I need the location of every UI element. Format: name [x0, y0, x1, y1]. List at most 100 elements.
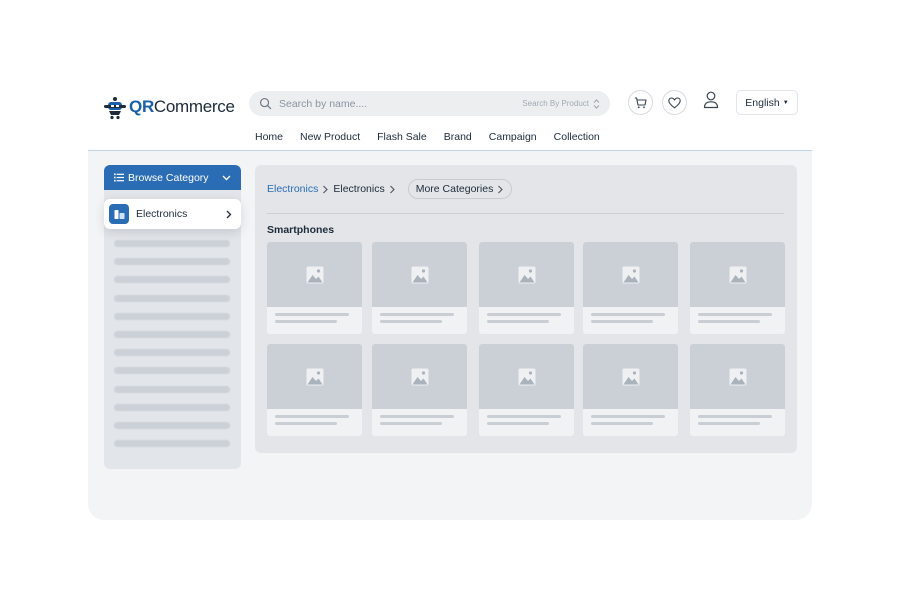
image-placeholder-icon — [411, 368, 428, 385]
sidebar-placeholder-row — [114, 349, 230, 357]
nav-item-flash-sale[interactable]: Flash Sale — [377, 131, 427, 143]
chevron-right-icon — [226, 210, 232, 218]
search-input[interactable]: Search by name.... — [279, 98, 522, 110]
product-card-placeholder[interactable] — [690, 344, 785, 436]
product-image-placeholder — [583, 242, 678, 307]
sidebar-placeholder-row — [114, 403, 230, 411]
product-card-placeholder[interactable] — [690, 242, 785, 334]
nav-item-brand[interactable]: Brand — [444, 131, 472, 143]
product-image-placeholder — [267, 344, 362, 409]
chevron-right-icon — [389, 185, 395, 193]
sidebar-placeholder-row — [114, 422, 230, 429]
product-title-placeholder — [591, 313, 665, 316]
logo-text: QRCommerce — [129, 97, 235, 116]
cart-icon — [634, 96, 647, 108]
sidebar-placeholder-row — [114, 276, 230, 284]
robot-logo-icon — [104, 97, 126, 120]
image-placeholder-icon — [622, 368, 639, 385]
sidebar-placeholder-row — [114, 294, 230, 302]
sidebar-placeholder-row — [114, 385, 230, 393]
product-title-placeholder — [380, 415, 454, 418]
product-image-placeholder — [372, 242, 467, 307]
sidebar-item-label: Electronics — [136, 208, 188, 220]
product-title-placeholder — [591, 415, 665, 418]
product-price-placeholder — [380, 320, 442, 323]
product-title-placeholder — [487, 313, 561, 316]
sidebar-placeholder-row — [114, 440, 230, 448]
nav-item-new-product[interactable]: New Product — [300, 131, 360, 143]
sidebar-placeholder-row — [114, 331, 230, 338]
product-card-placeholder[interactable] — [479, 242, 574, 334]
product-title-placeholder — [275, 415, 349, 418]
language-select[interactable]: English ▼ — [736, 90, 798, 115]
image-placeholder-icon — [306, 266, 323, 283]
product-image-placeholder — [583, 344, 678, 409]
image-placeholder-icon — [729, 368, 746, 385]
image-placeholder-icon — [411, 266, 428, 283]
updown-arrows-icon[interactable] — [593, 98, 600, 110]
browse-category-label: Browse Category — [128, 171, 209, 184]
cart-button[interactable] — [628, 90, 653, 115]
category-content: Electronics Electronics More Categories … — [255, 165, 797, 453]
product-image-placeholder — [690, 242, 785, 307]
product-image-placeholder — [690, 344, 785, 409]
product-image-placeholder — [479, 344, 574, 409]
product-price-placeholder — [591, 422, 653, 425]
store-logo[interactable]: QRCommerce — [103, 94, 235, 120]
chevron-right-icon — [498, 185, 504, 193]
nav-item-campaign[interactable]: Campaign — [489, 131, 537, 143]
list-icon — [114, 173, 124, 182]
product-price-placeholder — [591, 320, 653, 323]
image-placeholder-icon — [306, 368, 323, 385]
product-image-placeholder — [372, 344, 467, 409]
browse-category-button[interactable]: Browse Category — [104, 165, 241, 190]
more-categories-button[interactable]: More Categories — [407, 179, 513, 199]
nav-item-home[interactable]: Home — [255, 131, 283, 143]
main-nav: Home New Product Flash Sale Brand Campai… — [255, 131, 600, 143]
image-placeholder-icon — [622, 266, 639, 283]
product-title-placeholder — [698, 313, 772, 316]
product-price-placeholder — [698, 320, 760, 323]
sidebar-item-electronics[interactable]: Electronics — [104, 199, 241, 229]
search-scope-select[interactable]: Search By Product — [522, 99, 589, 108]
section-title: Smartphones — [267, 224, 335, 236]
product-card-placeholder[interactable] — [479, 344, 574, 436]
image-placeholder-icon — [729, 266, 746, 283]
user-icon[interactable] — [703, 91, 719, 109]
product-price-placeholder — [487, 422, 549, 425]
product-price-placeholder — [487, 320, 549, 323]
product-card-placeholder[interactable] — [267, 344, 362, 436]
product-card-placeholder[interactable] — [372, 344, 467, 436]
chevron-right-icon — [323, 185, 329, 193]
breadcrumb-link-electronics[interactable]: Electronics — [267, 183, 318, 195]
electronics-category-icon — [109, 204, 129, 224]
caret-down-icon: ▼ — [782, 99, 789, 106]
sidebar-placeholder-row — [114, 312, 230, 320]
product-image-placeholder — [267, 242, 362, 307]
sidebar-placeholder-row — [114, 240, 230, 247]
product-image-placeholder — [479, 242, 574, 307]
product-card-placeholder[interactable] — [372, 242, 467, 334]
image-placeholder-icon — [518, 368, 535, 385]
search-icon — [259, 97, 272, 110]
product-card-placeholder[interactable] — [267, 242, 362, 334]
product-price-placeholder — [275, 422, 337, 425]
sidebar-placeholder-row — [114, 367, 230, 375]
breadcrumb-current: Electronics — [333, 183, 385, 195]
nav-item-collection[interactable]: Collection — [554, 131, 600, 143]
product-title-placeholder — [380, 313, 454, 316]
image-placeholder-icon — [518, 266, 535, 283]
product-price-placeholder — [275, 320, 337, 323]
sidebar-placeholder-row — [114, 258, 230, 266]
product-title-placeholder — [698, 415, 772, 418]
search-bar[interactable]: Search by name.... Search By Product — [249, 91, 610, 116]
product-card-placeholder[interactable] — [583, 242, 678, 334]
category-sidebar: Browse Category Electronics — [104, 165, 241, 469]
product-card-placeholder[interactable] — [583, 344, 678, 436]
product-price-placeholder — [380, 422, 442, 425]
product-price-placeholder — [698, 422, 760, 425]
product-title-placeholder — [275, 313, 349, 316]
heart-icon — [668, 96, 681, 108]
wishlist-button[interactable] — [662, 90, 687, 115]
product-title-placeholder — [487, 415, 561, 418]
